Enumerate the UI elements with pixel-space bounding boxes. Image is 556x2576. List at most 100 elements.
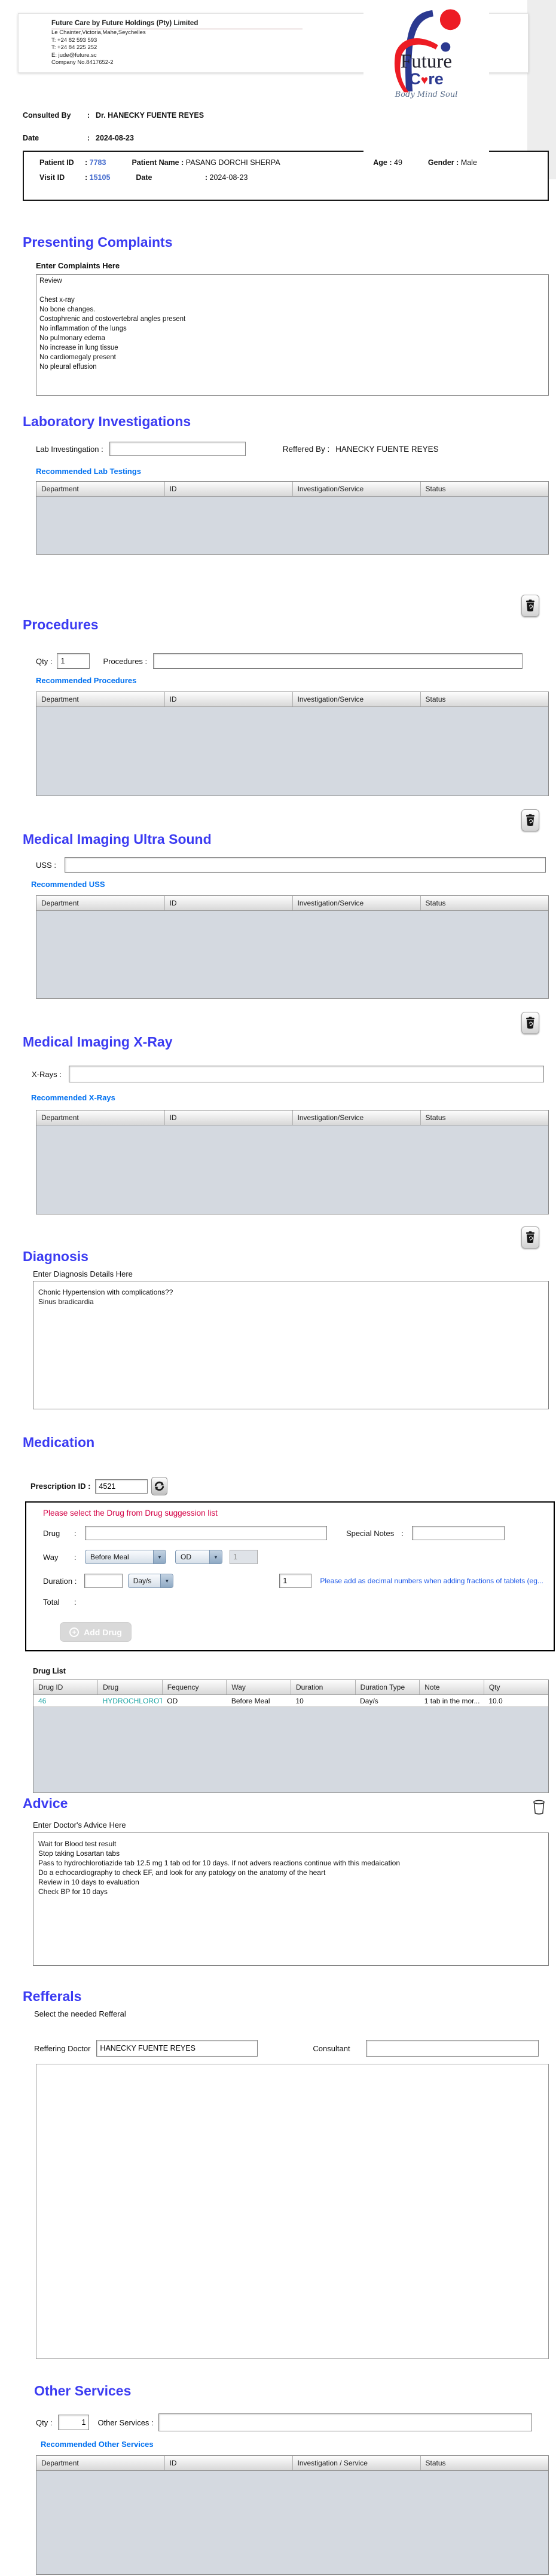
fraction-note: Please add as decimal numbers when addin… [320, 1577, 554, 1585]
patient-name-value: PASANG DORCHI SHERPA [186, 158, 371, 167]
other-qty-input[interactable] [58, 2415, 89, 2430]
other-services-input[interactable] [158, 2413, 532, 2431]
column-header: Fequency [162, 1680, 227, 1695]
other-services-label: Other Services : [97, 2418, 153, 2427]
duration-type-dropdown[interactable]: Day/s ▼ [128, 1574, 174, 1588]
recommended-lab-testings-link[interactable]: Recommended Lab Testings [36, 467, 556, 476]
add-drug-button[interactable]: + Add Drug [60, 1622, 132, 1642]
recommended-other-services-link[interactable]: Recommended Other Services [41, 2440, 556, 2449]
table-cell: 46 [33, 1695, 98, 1707]
xray-table[interactable]: DepartmentIDInvestigation/ServiceStatus [36, 1110, 549, 1214]
consulted-by-value: Dr. HANECKY FUENTE REYES [96, 111, 204, 120]
column-header: Status [420, 2456, 548, 2471]
xray-input[interactable] [69, 1066, 544, 1082]
visit-id-value: 15105 [90, 173, 111, 182]
reffered-by-value: HANECKY FUENTE REYES [335, 445, 438, 454]
column-header: ID [164, 1110, 292, 1125]
section-title-advice: Advice [23, 1795, 68, 1812]
frequency-qty-input [230, 1550, 258, 1564]
frequency-selected: OD [176, 1550, 209, 1564]
column-header: Status [420, 1110, 548, 1125]
lab-input-row: Lab Investingation : Reffered By : HANEC… [36, 442, 556, 456]
colon: : [85, 158, 87, 167]
trash-icon [526, 1231, 535, 1244]
drug-list-table[interactable]: Drug IDDrugFequencyWayDurationDuration T… [33, 1679, 549, 1793]
column-header: ID [164, 482, 292, 497]
column-header: Department [36, 2456, 164, 2471]
total-label: Total [43, 1598, 74, 1607]
clear-procedures-button[interactable] [521, 809, 539, 831]
visit-id-label: Visit ID [39, 173, 85, 182]
trash-icon [526, 814, 535, 827]
duration-input[interactable] [84, 1574, 123, 1588]
future-care-logo: Future C♥re Body Mind Soul [363, 4, 489, 158]
consultation-page: Future Care by Future Holdings (Pty) Lim… [0, 0, 556, 2576]
logo-word-care: C♥re [363, 71, 489, 89]
clear-xray-button[interactable] [521, 1226, 539, 1249]
duration-type-selected: Day/s [129, 1574, 161, 1587]
drug-input[interactable] [85, 1526, 327, 1540]
drug-row: Drug : Special Notes : [43, 1526, 554, 1540]
column-header: Investigation / Service [292, 2456, 420, 2471]
special-notes-input[interactable] [412, 1526, 505, 1540]
clear-lab-button[interactable] [521, 595, 539, 617]
refresh-prescription-button[interactable] [151, 1477, 167, 1495]
consultant-input[interactable] [366, 2040, 539, 2057]
recommended-xray-link[interactable]: Recommended X-Rays [31, 1093, 556, 1102]
company-address: Le Chainter,Victoria,Mahe,Seychelles [51, 29, 308, 37]
clear-advice-button[interactable] [528, 1795, 549, 1819]
column-header: Way [227, 1680, 291, 1695]
column-header: Drug [98, 1680, 163, 1695]
other-services-table[interactable]: DepartmentIDInvestigation / ServiceStatu… [36, 2455, 549, 2575]
column-header: Duration [291, 1680, 356, 1695]
table-row[interactable]: 46HYDROCHLOROTODBefore Meal10Day/s1 tab … [33, 1695, 548, 1707]
uss-table[interactable]: DepartmentIDInvestigation/ServiceStatus [36, 895, 549, 999]
colon: : [401, 1529, 412, 1538]
lab-trash-row [0, 595, 556, 617]
uss-input-row: USS : [36, 857, 556, 873]
refferal-list-box[interactable] [36, 2064, 549, 2359]
patient-info-box: Patient ID: 7783 Patient Name : PASANG D… [23, 151, 549, 201]
table-cell: Before Meal [227, 1695, 291, 1707]
advice-header-row: Advice [0, 1795, 556, 1819]
uss-trash-row [0, 1012, 556, 1034]
table-cell: 10.0 [484, 1695, 548, 1707]
xray-label: X-Rays : [32, 1070, 62, 1079]
column-header: Investigation/Service [292, 1110, 420, 1125]
frequency-dropdown[interactable]: OD ▼ [175, 1550, 222, 1564]
recommended-procedures-link[interactable]: Recommended Procedures [36, 676, 556, 685]
uss-input[interactable] [65, 857, 546, 873]
section-title-medication: Medication [23, 1434, 556, 1451]
diagnosis-textarea[interactable]: Chonic Hypertension with complications??… [33, 1281, 549, 1409]
patient-name-label: Patient Name [132, 158, 179, 167]
advice-textarea[interactable]: Wait for Blood test result Stop taking L… [33, 1832, 549, 1966]
tablet-fraction-input[interactable] [279, 1574, 311, 1588]
date-label: Date [23, 134, 87, 142]
column-header: Status [420, 692, 548, 707]
table-cell: HYDROCHLOROT [98, 1695, 163, 1707]
other-services-input-row: Qty : Other Services : [36, 2413, 556, 2431]
lab-investigation-input[interactable] [109, 442, 246, 456]
column-header: Investigation/Service [292, 896, 420, 911]
procedures-qty-input[interactable] [57, 653, 90, 669]
recommended-uss-link[interactable]: Recommended USS [31, 880, 556, 889]
column-header: Status [420, 896, 548, 911]
column-header: ID [164, 692, 292, 707]
consultant-label: Consultant [313, 2044, 350, 2053]
reffering-doctor-input[interactable] [96, 2040, 258, 2057]
clear-uss-button[interactable] [521, 1012, 539, 1034]
lab-tests-table[interactable]: DepartmentIDInvestigation/ServiceStatus [36, 481, 549, 555]
colon: : [205, 173, 207, 182]
company-info: Future Care by Future Holdings (Pty) Lim… [51, 20, 308, 67]
colon: : [87, 111, 96, 120]
column-header: Department [36, 482, 164, 497]
procedures-input[interactable] [153, 653, 523, 669]
trash-icon [526, 599, 535, 612]
reffered-by-label: Reffered By : [283, 445, 330, 454]
prescription-id-input[interactable] [95, 1479, 148, 1494]
complaints-textarea[interactable]: Review Chest x-ray No bone changes. Cost… [36, 274, 549, 396]
meal-time-dropdown[interactable]: Before Meal ▼ [85, 1550, 166, 1564]
logo-word-future: Future [363, 53, 489, 71]
company-phone-2: T: +24 84 225 252 [51, 44, 308, 52]
procedures-table[interactable]: DepartmentIDInvestigation/ServiceStatus [36, 692, 549, 796]
